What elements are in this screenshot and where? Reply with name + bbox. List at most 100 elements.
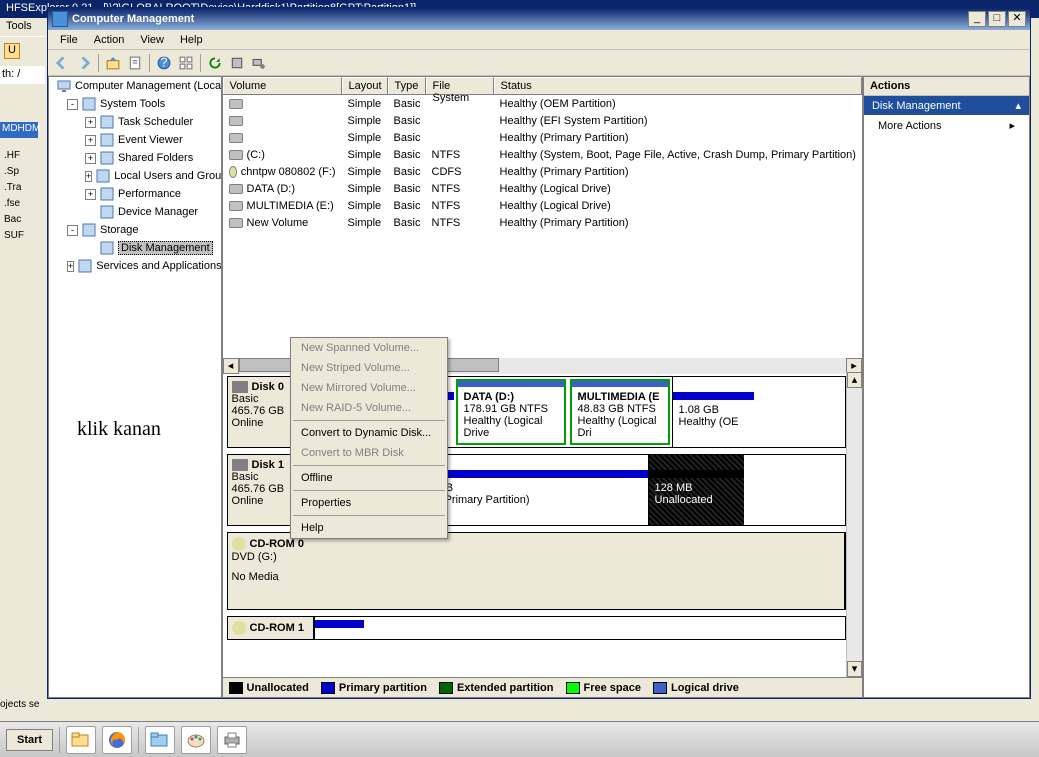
taskbar-explorer-icon[interactable]	[66, 726, 96, 754]
tree-item-system-tools[interactable]: -System Tools	[49, 95, 221, 113]
disk-settings-button[interactable]	[249, 53, 269, 73]
forward-button[interactable]	[74, 53, 94, 73]
tree-item-event-viewer[interactable]: +Event Viewer	[49, 131, 221, 149]
disk-row[interactable]: CD-ROM 1	[227, 616, 846, 640]
app-icon	[52, 11, 68, 27]
tree-label: Shared Folders	[118, 152, 193, 164]
legend: Unallocated Primary partition Extended p…	[223, 677, 862, 697]
expand-toggle[interactable]: -	[67, 99, 78, 110]
volume-status: Healthy (Primary Partition)	[494, 131, 862, 145]
help-button[interactable]: ?	[154, 53, 174, 73]
volume-fs	[426, 120, 494, 122]
bg-toolbar-icon[interactable]: U	[4, 43, 20, 59]
partition[interactable]: 128 MBUnallocated	[648, 455, 744, 525]
disk-info[interactable]: CD-ROM 0 DVD (G:) No Media	[228, 533, 845, 609]
settings-button[interactable]	[227, 53, 247, 73]
actions-section-header[interactable]: Disk Management ▴	[864, 96, 1029, 115]
expand-toggle[interactable]: +	[85, 153, 96, 164]
taskbar-firefox-icon[interactable]	[102, 726, 132, 754]
expand-toggle[interactable]: +	[85, 117, 96, 128]
svg-text:?: ?	[160, 56, 167, 70]
tree-item-task-scheduler[interactable]: + Task Scheduler	[49, 113, 221, 131]
more-actions-item[interactable]: More Actions ▸	[864, 115, 1029, 136]
actions-item-label: More Actions	[878, 120, 942, 132]
tree-item-shared-folders[interactable]: + Shared Folders	[49, 149, 221, 167]
disk-status: No Media	[232, 571, 840, 583]
table-row[interactable]: (C:)SimpleBasicNTFSHealthy (System, Boot…	[223, 146, 862, 163]
perf-icon	[99, 186, 115, 202]
context-menu[interactable]: New Spanned Volume...New Striped Volume.…	[290, 337, 448, 539]
table-row[interactable]: New VolumeSimpleBasicNTFSHealthy (Primar…	[223, 214, 862, 231]
col-type[interactable]: Type	[388, 77, 426, 94]
expand-toggle[interactable]: +	[85, 171, 92, 182]
vertical-scrollbar[interactable]: ▴ ▾	[846, 372, 862, 677]
col-volume[interactable]: Volume	[223, 77, 342, 94]
volume-fs: NTFS	[426, 216, 494, 230]
tree-item-performance[interactable]: +Performance	[49, 185, 221, 203]
up-button[interactable]	[103, 53, 123, 73]
storage-icon	[81, 222, 97, 238]
disk-icon	[99, 240, 115, 256]
properties-button[interactable]	[125, 53, 145, 73]
menu-item-offline[interactable]: Offline	[291, 468, 447, 488]
menu-item-properties[interactable]: Properties	[291, 493, 447, 513]
view-button[interactable]	[176, 53, 196, 73]
expand-toggle[interactable]: -	[67, 225, 78, 236]
scroll-down-button[interactable]: ▾	[847, 661, 862, 677]
menu-help[interactable]: Help	[172, 32, 211, 48]
menu-item-convert-to-dynamic-disk[interactable]: Convert to Dynamic Disk...	[291, 423, 447, 443]
bg-menu-item[interactable]: Tools	[0, 18, 45, 36]
menubar: File Action View Help	[48, 30, 1030, 50]
start-button[interactable]: Start	[6, 729, 53, 751]
refresh-button[interactable]	[205, 53, 225, 73]
table-row[interactable]: chntpw 080802 (F:)SimpleBasicCDFSHealthy…	[223, 163, 862, 180]
close-button[interactable]: ✕	[1008, 11, 1026, 27]
tree-root[interactable]: Computer Management (Local)	[49, 77, 221, 95]
scroll-up-button[interactable]: ▴	[847, 372, 862, 388]
partition-size: 1.08 GB	[679, 404, 748, 416]
menu-action[interactable]: Action	[86, 32, 133, 48]
taskbar-print-icon[interactable]	[217, 726, 247, 754]
partition[interactable]: MULTIMEDIA (E48.83 GB NTFSHealthy (Logic…	[570, 379, 670, 445]
expand-toggle[interactable]: +	[85, 189, 96, 200]
tree-item-services-and-applications[interactable]: + Services and Applications	[49, 257, 221, 275]
navigation-tree[interactable]: Computer Management (Local) -System Tool…	[48, 76, 222, 698]
maximize-button[interactable]: □	[988, 11, 1006, 27]
table-row[interactable]: SimpleBasicHealthy (EFI System Partition…	[223, 112, 862, 129]
disk-info[interactable]: CD-ROM 1	[228, 617, 314, 639]
taskbar[interactable]: Start	[0, 721, 1039, 757]
back-button[interactable]	[52, 53, 72, 73]
col-layout[interactable]: Layout	[342, 77, 388, 94]
volume-type: Basic	[388, 97, 426, 111]
titlebar[interactable]: Computer Management _ □ ✕	[48, 8, 1030, 30]
volume-status: Healthy (OEM Partition)	[494, 97, 862, 111]
partition[interactable]: DATA (D:)178.91 GB NTFSHealthy (Logical …	[456, 379, 566, 445]
table-row[interactable]: DATA (D:)SimpleBasicNTFSHealthy (Logical…	[223, 180, 862, 197]
col-status[interactable]: Status	[494, 77, 862, 94]
partition[interactable]: 1.08 GBHealthy (OE	[672, 377, 754, 447]
tree-item-local-users-and-groups[interactable]: +Local Users and Groups	[49, 167, 221, 185]
tree-item-device-manager[interactable]: Device Manager	[49, 203, 221, 221]
table-row[interactable]: SimpleBasicHealthy (OEM Partition)	[223, 95, 862, 112]
col-filesystem[interactable]: File System	[426, 77, 494, 94]
table-row[interactable]: MULTIMEDIA (E:)SimpleBasicNTFSHealthy (L…	[223, 197, 862, 214]
bg-statusbar: ojects se	[0, 699, 39, 710]
tree-item-storage[interactable]: -Storage	[49, 221, 221, 239]
menu-file[interactable]: File	[52, 32, 86, 48]
minimize-button[interactable]: _	[968, 11, 986, 27]
taskbar-paint-icon[interactable]	[181, 726, 211, 754]
menu-view[interactable]: View	[132, 32, 172, 48]
volume-table[interactable]: Volume Layout Type File System Status Si…	[223, 77, 862, 372]
legend-swatch-unallocated	[229, 682, 243, 694]
menu-item-help[interactable]: Help	[291, 518, 447, 538]
expand-toggle[interactable]: +	[85, 135, 96, 146]
actions-pane: Actions Disk Management ▴ More Actions ▸	[863, 76, 1030, 698]
tree-label: Task Scheduler	[118, 116, 193, 128]
tree-item-disk-management[interactable]: Disk Management	[49, 239, 221, 257]
disk-row[interactable]: CD-ROM 0 DVD (G:) No Media	[227, 532, 846, 610]
expand-toggle[interactable]: +	[67, 261, 74, 272]
table-row[interactable]: SimpleBasicHealthy (Primary Partition)	[223, 129, 862, 146]
volume-type: Basic	[388, 148, 426, 162]
taskbar-folder-icon[interactable]	[145, 726, 175, 754]
tree-label: Services and Applications	[96, 260, 221, 272]
